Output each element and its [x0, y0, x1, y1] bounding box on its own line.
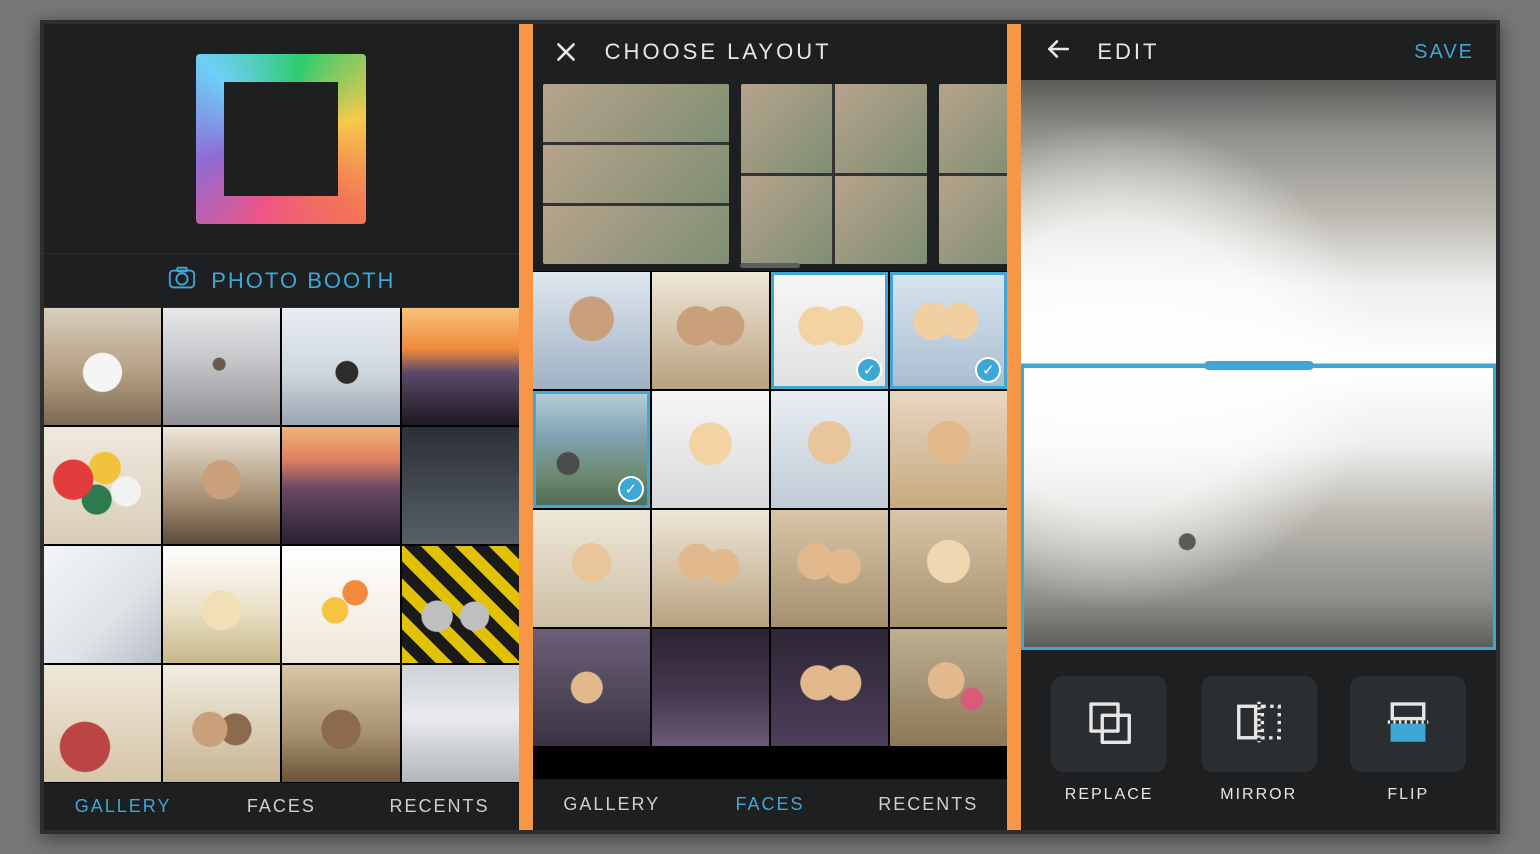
mirror-button[interactable]: MIRROR [1197, 676, 1321, 804]
tab-gallery[interactable]: GALLERY [44, 783, 202, 830]
selected-check-icon: ✓ [856, 357, 882, 383]
tab-recents[interactable]: RECENTS [360, 783, 518, 830]
gallery-thumb[interactable] [402, 308, 519, 425]
photo-booth-label: PHOTO BOOTH [211, 268, 395, 294]
panel-edit: EDIT SAVE REPLACE [1021, 24, 1496, 830]
app-logo [44, 24, 519, 254]
save-button[interactable]: SAVE [1414, 41, 1474, 64]
close-icon[interactable] [553, 39, 579, 65]
drag-handle[interactable] [740, 263, 800, 268]
header-title: EDIT [1097, 39, 1159, 65]
panel-choose-layout: CHOOSE LAYOUT ✓ ✓ ✓ GALLERYFACESRECENTS [533, 24, 1008, 830]
app-frame: PHOTO BOOTH GALLERYFACESRECENTS CHOOSE L… [40, 20, 1500, 834]
tab-faces[interactable]: FACES [202, 783, 360, 830]
layout-template[interactable] [939, 84, 1008, 264]
faces-thumb[interactable]: ✓ [890, 272, 1007, 389]
gallery-thumb[interactable] [282, 665, 399, 782]
faces-thumb[interactable] [533, 272, 650, 389]
faces-thumb[interactable] [890, 391, 1007, 508]
gallery-thumb[interactable] [44, 308, 161, 425]
faces-thumb[interactable] [771, 629, 888, 746]
camera-icon [167, 263, 197, 299]
panel-separator [1007, 24, 1021, 830]
header-title: CHOOSE LAYOUT [605, 39, 832, 65]
layout-templates-row[interactable] [533, 80, 1008, 272]
faces-thumb[interactable] [652, 629, 769, 746]
action-label: MIRROR [1220, 786, 1297, 804]
tab-faces[interactable]: FACES [691, 779, 849, 830]
gallery-thumb[interactable] [44, 546, 161, 663]
tab-recents[interactable]: RECENTS [849, 779, 1007, 830]
flip-button[interactable]: FLIP [1346, 676, 1470, 804]
edit-actions: REPLACE MIRROR [1021, 650, 1496, 830]
faces-thumb[interactable] [890, 510, 1007, 627]
gallery-thumb[interactable] [402, 665, 519, 782]
faces-thumb[interactable] [771, 391, 888, 508]
faces-thumb[interactable] [652, 272, 769, 389]
gallery-thumb[interactable] [282, 308, 399, 425]
faces-thumb[interactable] [533, 629, 650, 746]
gallery-thumb[interactable] [282, 427, 399, 544]
gallery-thumb[interactable] [163, 546, 280, 663]
selected-check-icon: ✓ [618, 476, 644, 502]
canvas-pane-top[interactable] [1021, 80, 1496, 365]
gallery-thumb[interactable] [402, 427, 519, 544]
gallery-thumb[interactable] [163, 308, 280, 425]
panel-home: PHOTO BOOTH GALLERYFACESRECENTS [44, 24, 519, 830]
action-label: REPLACE [1065, 786, 1154, 804]
replace-button[interactable]: REPLACE [1047, 676, 1171, 804]
canvas-pane-bottom[interactable] [1021, 365, 1496, 650]
faces-thumb[interactable]: ✓ [533, 391, 650, 508]
bottom-tabs: GALLERYFACESRECENTS [533, 778, 1008, 830]
split-handle[interactable] [1021, 364, 1496, 367]
faces-thumb[interactable] [533, 510, 650, 627]
faces-thumb[interactable]: ✓ [771, 272, 888, 389]
panel-separator [519, 24, 533, 830]
flip-icon [1381, 695, 1435, 754]
faces-thumb[interactable] [771, 510, 888, 627]
bottom-tabs: GALLERYFACESRECENTS [44, 782, 519, 830]
action-label: FLIP [1387, 786, 1429, 804]
layout-template[interactable] [543, 84, 729, 264]
faces-thumb[interactable] [652, 510, 769, 627]
header: CHOOSE LAYOUT [533, 24, 1008, 80]
edit-canvas[interactable] [1021, 80, 1496, 650]
faces-thumb[interactable] [890, 629, 1007, 746]
back-arrow-icon[interactable] [1043, 36, 1073, 68]
header: EDIT SAVE [1021, 24, 1496, 80]
selected-check-icon: ✓ [975, 357, 1001, 383]
mirror-icon [1232, 695, 1286, 754]
faces-grid: ✓ ✓ ✓ [533, 272, 1008, 778]
gallery-thumb[interactable] [44, 665, 161, 782]
gallery-thumb[interactable] [163, 665, 280, 782]
gallery-thumb[interactable] [282, 546, 399, 663]
photo-booth-button[interactable]: PHOTO BOOTH [44, 254, 519, 308]
faces-thumb[interactable] [652, 391, 769, 508]
tab-gallery[interactable]: GALLERY [533, 779, 691, 830]
gallery-thumb[interactable] [402, 546, 519, 663]
replace-icon [1082, 695, 1136, 754]
gallery-thumb[interactable] [44, 427, 161, 544]
layout-template[interactable] [741, 84, 927, 264]
gallery-grid [44, 308, 519, 782]
gallery-thumb[interactable] [163, 427, 280, 544]
